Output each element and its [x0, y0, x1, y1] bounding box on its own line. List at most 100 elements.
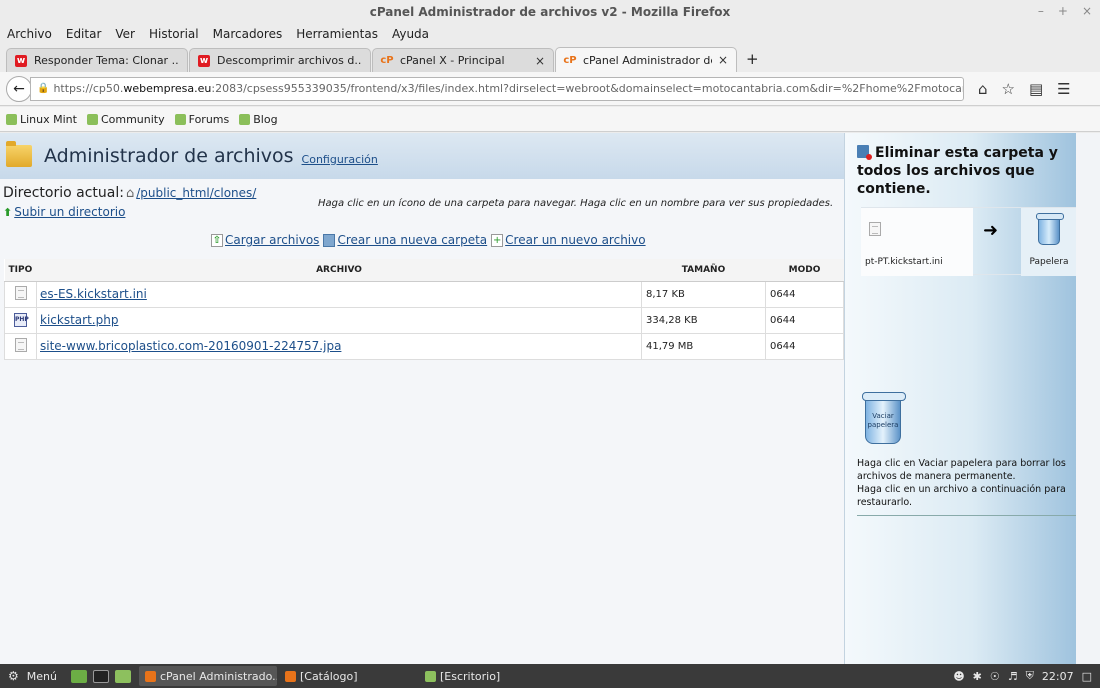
bookmark-star-icon[interactable]: ☆: [1002, 80, 1015, 98]
new-file-link[interactable]: Crear un nuevo archivo: [505, 233, 645, 247]
up-arrow-icon[interactable]: ⬆: [3, 206, 12, 219]
home-icon[interactable]: ⌂: [978, 80, 988, 98]
back-button[interactable]: ←: [6, 75, 32, 102]
page-content: Administrador de archivos Configuración …: [0, 133, 1100, 664]
clock[interactable]: 22:07: [1042, 670, 1074, 683]
terminal-icon[interactable]: [92, 669, 109, 683]
trash-bin-icon: [1036, 213, 1064, 245]
trash-target-label: Papelera: [1029, 257, 1069, 267]
cpanel-icon: cP: [563, 54, 577, 66]
bookmark-label: Forums: [188, 112, 230, 126]
bookmark-label: Community: [100, 112, 165, 126]
new-tab-button[interactable]: +: [746, 50, 759, 68]
taskbar: ⚙ Menú cPanel Administrado... [Catálogo]…: [0, 664, 1100, 688]
settings-link[interactable]: Configuración: [302, 153, 378, 166]
webempresa-icon: w: [198, 54, 210, 67]
hamburger-menu-icon[interactable]: ☰: [1057, 80, 1070, 98]
mint-menu-icon: ⚙: [8, 669, 19, 683]
empty-trash-button[interactable]: Vaciar papelera: [862, 392, 906, 444]
file-actions: ⇧ Cargar archivos Crear una nueva carpet…: [211, 233, 650, 247]
window-controls: – + ×: [1038, 4, 1092, 18]
task-escritorio[interactable]: [Escritorio]: [419, 666, 557, 686]
current-directory-path[interactable]: /public_html/clones/: [136, 186, 256, 200]
trash-source[interactable]: pt-PT.kickstart.ini: [861, 208, 973, 276]
tab-cpanel-principal[interactable]: cP cPanel X - Principal ×: [372, 48, 554, 72]
table-header-row: Tipo Archivo Tamaño Modo: [4, 259, 844, 282]
delete-folder-icon: [857, 145, 872, 160]
menu-archivo[interactable]: Archivo: [7, 27, 52, 41]
menu-editar[interactable]: Editar: [66, 27, 102, 41]
file-name-cell: es-ES.kickstart.ini: [36, 280, 642, 308]
bookmarks-bar: Linux Mint Community Forums Blog: [0, 107, 1100, 132]
php-file-icon[interactable]: PHP: [14, 313, 29, 327]
text-file-icon[interactable]: [14, 285, 27, 300]
menu-marcadores[interactable]: Marcadores: [213, 27, 283, 41]
new-folder-link[interactable]: Crear una nueva carpeta: [337, 233, 487, 247]
bookmark-icon: [174, 113, 186, 125]
bookmark-forums[interactable]: Forums: [174, 112, 230, 126]
volume-icon[interactable]: ♬: [1008, 670, 1018, 683]
wifi-icon[interactable]: ☉: [990, 670, 1000, 683]
file-name-cell: site-www.bricoplastico.com-20160901-2247…: [36, 332, 642, 360]
reading-list-icon[interactable]: ▤: [1029, 80, 1043, 98]
file-name-link[interactable]: site-www.bricoplastico.com-20160901-2247…: [40, 339, 341, 353]
text-file-icon: [869, 222, 881, 236]
maximize-button[interactable]: +: [1058, 4, 1068, 18]
column-size: Tamaño: [641, 259, 766, 282]
tab-close-icon[interactable]: ×: [535, 54, 545, 68]
column-file: Archivo: [36, 259, 642, 282]
shield-icon[interactable]: ⛨: [1026, 669, 1034, 683]
empty-trash-label: Vaciar papelera: [867, 412, 899, 429]
delete-folder-title[interactable]: Eliminar esta carpeta y todos los archiv…: [857, 144, 1067, 198]
tab-descomprimir[interactable]: w Descomprimir archivos d...: [189, 48, 371, 72]
bluetooth-icon[interactable]: ✱: [973, 670, 982, 683]
lock-icon: 🔒: [37, 83, 50, 94]
url-bar[interactable]: 🔒 https://cp50. webempresa.eu:2083/cpsess…: [30, 76, 964, 101]
file-mode-cell: 0644: [765, 280, 844, 308]
trash-target[interactable]: Papelera: [1021, 208, 1077, 276]
file-size-cell: 8,17 KB: [641, 280, 766, 308]
bookmark-linux-mint[interactable]: Linux Mint: [6, 113, 77, 126]
page-scroll-rail[interactable]: [1076, 133, 1100, 664]
navigation-bar: ← 🔒 https://cp50. webempresa.eu:2083/cpse…: [0, 72, 1100, 106]
menu-ver[interactable]: Ver: [115, 27, 135, 41]
text-file-icon[interactable]: [14, 337, 27, 352]
upload-icon[interactable]: ⇧: [211, 233, 223, 247]
task-label: [Catálogo]: [299, 669, 358, 683]
user-icon[interactable]: ☻: [953, 670, 964, 683]
upload-files-link[interactable]: Cargar archivos: [225, 233, 319, 247]
start-menu-button[interactable]: ⚙ Menú: [0, 669, 65, 683]
trash-source-filename: pt-PT.kickstart.ini: [865, 257, 943, 267]
task-label: cPanel Administrado...: [159, 669, 277, 683]
file-type-cell: [4, 280, 37, 308]
close-window-button[interactable]: ×: [1082, 4, 1092, 18]
task-firefox[interactable]: cPanel Administrado...: [138, 666, 277, 686]
minimize-button[interactable]: –: [1038, 4, 1044, 18]
system-tray: ☻ ✱ ☉ ♬ ⛨ 22:07 □: [953, 669, 1100, 683]
bookmark-community[interactable]: Community: [86, 112, 165, 126]
file-name-link[interactable]: kickstart.php: [40, 313, 118, 327]
delete-folder-label: Eliminar esta carpeta y todos los archiv…: [857, 145, 1058, 197]
tab-close-icon[interactable]: ×: [718, 53, 728, 67]
home-directory-icon[interactable]: ⌂: [126, 186, 134, 201]
start-menu-label: Menú: [26, 669, 57, 683]
url-prefix: https://cp50.: [53, 82, 124, 95]
cpanel-icon: cP: [380, 55, 394, 66]
up-directory-link[interactable]: Subir un directorio: [14, 205, 125, 219]
new-folder-icon[interactable]: [323, 233, 336, 247]
new-file-icon[interactable]: +: [491, 233, 504, 247]
file-name-link[interactable]: es-ES.kickstart.ini: [40, 287, 147, 301]
bookmark-blog[interactable]: Blog: [239, 113, 278, 126]
tab-cpanel-archivos[interactable]: cP cPanel Administrador de ... ×: [555, 47, 737, 72]
tab-responder-tema[interactable]: w Responder Tema: Clonar ...: [6, 48, 188, 72]
menu-ayuda[interactable]: Ayuda: [392, 27, 429, 41]
menu-herramientas[interactable]: Herramientas: [296, 27, 378, 41]
trash-note-empty: Haga clic en Vaciar papelera para borrar…: [857, 458, 1066, 482]
show-desktop-icon[interactable]: [70, 669, 87, 683]
notifications-icon[interactable]: □: [1082, 670, 1092, 683]
menu-historial[interactable]: Historial: [149, 27, 199, 41]
right-arrow-icon: ➜: [983, 220, 999, 241]
files-icon[interactable]: [114, 669, 131, 683]
task-catalogo[interactable]: [Catálogo]: [279, 666, 417, 686]
tab-label: Responder Tema: Clonar ...: [34, 54, 179, 67]
